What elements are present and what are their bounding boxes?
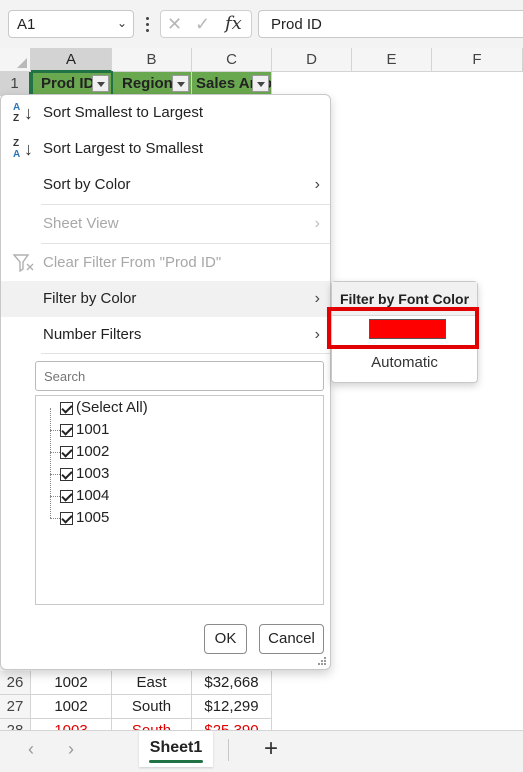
- formula-input[interactable]: Prod ID: [258, 10, 523, 38]
- select-all-corner[interactable]: [0, 48, 31, 72]
- cancel-button[interactable]: Cancel: [259, 624, 324, 654]
- list-item[interactable]: 1002: [36, 441, 236, 463]
- cell-prod-id[interactable]: 1002: [31, 695, 112, 719]
- annotation-highlight-box: [327, 307, 479, 349]
- automatic-option[interactable]: Automatic: [332, 354, 477, 371]
- filter-dropdown-button[interactable]: [252, 75, 269, 92]
- list-item-label: 1004: [76, 487, 110, 504]
- formula-bar: A1 ⌄ ✕ ✓ fx Prod ID: [0, 0, 523, 48]
- sort-ascending-icon: A Z ↓: [13, 102, 33, 124]
- tab-divider: [228, 739, 229, 761]
- chevron-right-icon: ›: [314, 176, 320, 193]
- checkbox-checked[interactable]: [60, 512, 73, 525]
- filter-value-list: (Select All) 1001 1002 1003 1004 1005: [35, 395, 324, 605]
- menu-item-sheet-view: Sheet View ›: [1, 206, 330, 242]
- checkbox-checked[interactable]: [60, 402, 73, 415]
- list-item-select-all[interactable]: (Select All): [36, 397, 236, 419]
- chevron-down-icon[interactable]: ⌄: [117, 16, 127, 30]
- cell-region[interactable]: South: [112, 695, 192, 719]
- menu-item-sort-descending[interactable]: Z A ↓ Sort Largest to Smallest: [1, 131, 330, 167]
- autofilter-menu: A Z ↓ Sort Smallest to Largest Z A ↓ Sort La…: [0, 94, 331, 670]
- more-options-icon[interactable]: [142, 12, 152, 36]
- chevron-right-icon: ›: [314, 290, 320, 307]
- resize-grip-icon[interactable]: [317, 656, 327, 666]
- list-item[interactable]: 1001: [36, 419, 236, 441]
- menu-item-label: Filter by Color: [43, 290, 137, 307]
- header-region: Region: [122, 75, 173, 92]
- checkbox-checked[interactable]: [60, 424, 73, 437]
- ok-button[interactable]: OK: [204, 624, 247, 654]
- column-header-a[interactable]: A: [31, 48, 112, 72]
- name-box-value: A1: [17, 16, 36, 33]
- menu-item-number-filters[interactable]: Number Filters ›: [1, 317, 330, 353]
- menu-item-filter-by-color[interactable]: Filter by Color ›: [1, 281, 330, 317]
- list-item-label: 1002: [76, 443, 110, 460]
- cell-c1[interactable]: Sales Amount: [192, 72, 272, 96]
- row-header-1[interactable]: 1: [0, 72, 31, 96]
- sheet-tab-sheet1[interactable]: Sheet1: [139, 731, 213, 767]
- list-item-label: 1003: [76, 465, 110, 482]
- column-header-e[interactable]: E: [352, 48, 432, 72]
- row-header-26[interactable]: 26: [0, 671, 31, 695]
- checkbox-checked[interactable]: [60, 468, 73, 481]
- list-item[interactable]: 1003: [36, 463, 236, 485]
- menu-item-label: Number Filters: [43, 326, 142, 343]
- menu-separator: [41, 204, 330, 205]
- menu-separator: [41, 353, 330, 354]
- menu-item-label: Sort Smallest to Largest: [43, 104, 204, 121]
- menu-item-label: Sort Largest to Smallest: [43, 140, 204, 157]
- chevron-right-icon: ›: [314, 326, 320, 343]
- menu-item-sort-ascending[interactable]: A Z ↓ Sort Smallest to Largest: [1, 95, 330, 131]
- chevron-right-icon[interactable]: ›: [68, 739, 74, 760]
- cancel-icon[interactable]: ✕: [167, 14, 182, 35]
- menu-item-label: Clear Filter From "Prod ID": [43, 254, 222, 271]
- menu-item-clear-filter: Clear Filter From "Prod ID": [1, 245, 330, 281]
- sheet-tab-bar: ‹ › Sheet1 +: [0, 730, 523, 772]
- chevron-right-icon: ›: [314, 215, 320, 232]
- chevron-left-icon[interactable]: ‹: [28, 739, 34, 760]
- filter-dropdown-button[interactable]: [172, 75, 189, 92]
- list-item-label: (Select All): [76, 399, 148, 416]
- column-header-d[interactable]: D: [272, 48, 352, 72]
- column-headers: A B C D E F: [0, 48, 523, 72]
- cell-region[interactable]: East: [112, 671, 192, 695]
- name-box[interactable]: A1 ⌄: [8, 10, 134, 38]
- enter-icon[interactable]: ✓: [195, 14, 210, 35]
- row-header-27[interactable]: 27: [0, 695, 31, 719]
- list-item-label: 1001: [76, 421, 110, 438]
- insert-function-icon[interactable]: fx: [225, 13, 242, 34]
- menu-item-label: Sheet View: [43, 215, 119, 232]
- column-header-b[interactable]: B: [112, 48, 192, 72]
- column-header-f[interactable]: F: [432, 48, 523, 72]
- formula-buttons: ✕ ✓ fx: [160, 10, 252, 38]
- list-item[interactable]: 1004: [36, 485, 236, 507]
- cell-sales[interactable]: $32,668: [192, 671, 272, 695]
- checkbox-checked[interactable]: [60, 446, 73, 459]
- menu-item-label: Sort by Color: [43, 176, 131, 193]
- add-sheet-icon[interactable]: +: [264, 735, 278, 763]
- cell-prod-id[interactable]: 1002: [31, 671, 112, 695]
- menu-separator: [41, 243, 330, 244]
- checkbox-checked[interactable]: [60, 490, 73, 503]
- cell-b1[interactable]: Region: [112, 72, 192, 96]
- formula-text: Prod ID: [271, 16, 322, 33]
- clear-filter-icon: [13, 254, 34, 273]
- search-input[interactable]: [35, 361, 324, 391]
- menu-item-sort-by-color[interactable]: Sort by Color ›: [1, 167, 330, 203]
- sort-descending-icon: Z A ↓: [13, 138, 33, 160]
- list-item-label: 1005: [76, 509, 110, 526]
- column-header-c[interactable]: C: [192, 48, 272, 72]
- cell-sales[interactable]: $12,299: [192, 695, 272, 719]
- list-item[interactable]: 1005: [36, 507, 236, 529]
